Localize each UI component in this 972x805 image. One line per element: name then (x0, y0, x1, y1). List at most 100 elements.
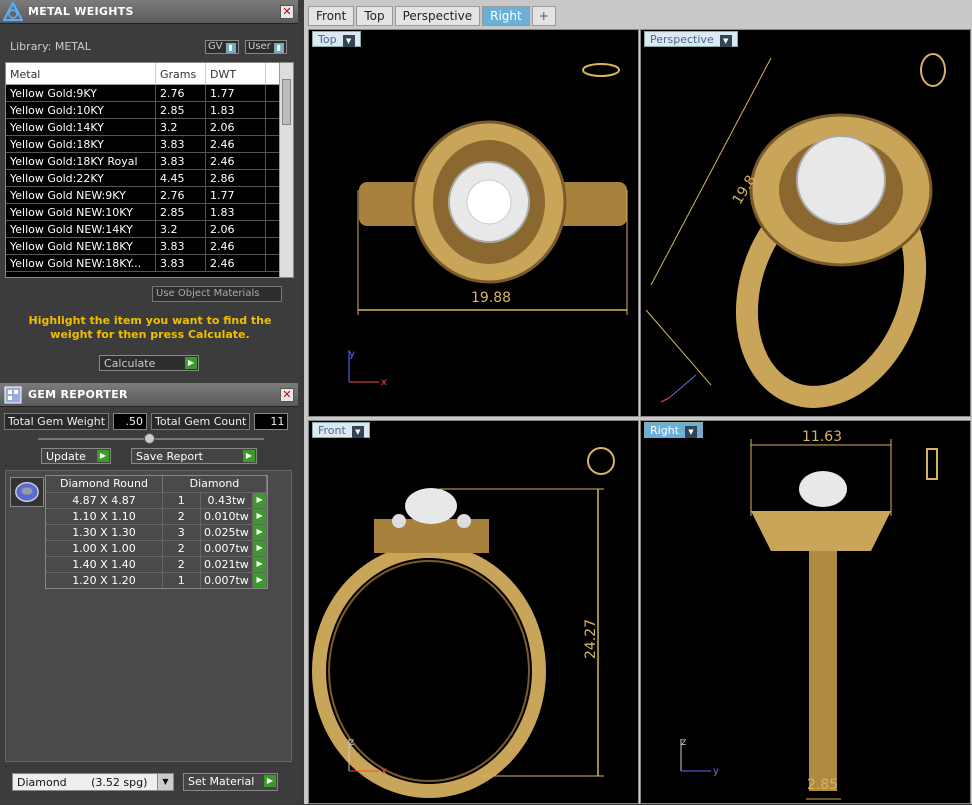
material-select[interactable]: Diamond (3.52 spg) ▼ (12, 773, 174, 791)
table-cell: 2.86 (206, 170, 266, 186)
gem-cell: 2 (163, 541, 201, 556)
table-cell: Yellow Gold:14KY (6, 119, 156, 135)
front-dimension: 24.27 (583, 618, 600, 660)
gem-row[interactable]: 1.30 X 1.30 3 0.025tw ▶ (46, 524, 267, 540)
chevron-down-icon[interactable]: ▼ (157, 774, 173, 790)
table-cell: 2.46 (206, 238, 266, 254)
viewport-perspective[interactable]: Perspective ▼ 19.8 (640, 29, 971, 417)
svg-text:x: x (381, 377, 387, 388)
table-cell: 2.06 (206, 221, 266, 237)
tab-front[interactable]: Front (308, 6, 355, 26)
table-row[interactable]: Yellow Gold:10KY 2.85 1.83 (6, 102, 293, 119)
metal-weights-title: METAL WEIGHTS (28, 5, 134, 18)
table-cell: 2.46 (206, 153, 266, 169)
gem-cell: 0.007tw (201, 573, 254, 588)
table-cell: 2.46 (206, 136, 266, 152)
table-row[interactable]: Yellow Gold:18KY Royal 3.83 2.46 (6, 153, 293, 170)
gem-cell: 2 (163, 557, 201, 572)
select-gem-icon[interactable]: ▶ (253, 493, 267, 508)
gem-cell: 0.010tw (201, 509, 254, 524)
right-dimension-bottom: 2.85 (807, 777, 839, 793)
select-gem-icon[interactable]: ▶ (253, 509, 267, 524)
table-row[interactable]: Yellow Gold:9KY 2.76 1.77 (6, 85, 293, 102)
close-icon[interactable]: ✕ (280, 388, 294, 402)
gem-cell: 0.43tw (201, 493, 254, 508)
user-toggle[interactable]: User ▮ (245, 40, 287, 54)
scroll-thumb[interactable] (282, 79, 291, 125)
svg-text:y: y (349, 349, 355, 360)
table-row[interactable]: Yellow Gold:14KY 3.2 2.06 (6, 119, 293, 136)
gv-toggle[interactable]: GV ▮ (205, 40, 239, 54)
add-tab-icon[interactable]: + (531, 6, 556, 26)
table-cell: Yellow Gold:18KY (6, 136, 156, 152)
set-material-label: Set Material (188, 775, 255, 788)
viewport-top[interactable]: Top ▼ yx 19.88 (308, 29, 639, 417)
table-row[interactable]: Yellow Gold NEW:18KY... 3.83 2.46 (6, 255, 293, 272)
table-cell: 3.83 (156, 136, 206, 152)
top-dimension: 19.88 (471, 290, 512, 306)
gem-reporter-header: GEM REPORTER ✕ (0, 383, 298, 407)
gem-row[interactable]: 1.40 X 1.40 2 0.021tw ▶ (46, 556, 267, 572)
table-cell: 2.46 (206, 255, 266, 271)
go-arrow-icon: ▶ (185, 357, 197, 369)
library-label: Library: METAL (10, 40, 91, 53)
table-row[interactable]: Yellow Gold:22KY 4.45 2.86 (6, 170, 293, 187)
svg-text:z: z (349, 737, 354, 748)
save-report-button[interactable]: Save Report ▶ (131, 448, 257, 464)
table-cell: 3.2 (156, 221, 206, 237)
metal-weights-header: METAL WEIGHTS ✕ (0, 0, 298, 24)
gem-row[interactable]: 1.00 X 1.00 2 0.007tw ▶ (46, 540, 267, 556)
col-metal[interactable]: Metal (6, 63, 156, 84)
calculate-button[interactable]: Calculate ▶ (99, 355, 199, 371)
top-ring-render: yx (348, 63, 628, 388)
gem-row[interactable]: 4.87 X 4.87 1 0.43tw ▶ (46, 492, 267, 508)
material-select-value: Diamond (3.52 spg) (17, 776, 148, 789)
viewport-front[interactable]: Front ▼ zx 24.27 (308, 420, 639, 804)
user-label: User (248, 41, 271, 52)
gem-table-header: Diamond Round Diamond (46, 476, 267, 492)
table-cell: Yellow Gold NEW:18KY... (6, 255, 156, 271)
table-cell: Yellow Gold NEW:14KY (6, 221, 156, 237)
gem-row[interactable]: 1.10 X 1.10 2 0.010tw ▶ (46, 508, 267, 524)
slider-knob[interactable] (144, 433, 155, 444)
right-ring-render: zy (680, 439, 938, 800)
table-cell: Yellow Gold NEW:18KY (6, 238, 156, 254)
table-row[interactable]: Yellow Gold NEW:10KY 2.85 1.83 (6, 204, 293, 221)
select-gem-icon[interactable]: ▶ (253, 541, 267, 556)
table-row[interactable]: Yellow Gold:18KY 3.83 2.46 (6, 136, 293, 153)
gem-slider[interactable] (38, 433, 264, 444)
table-row[interactable]: Yellow Gold NEW:14KY 3.2 2.06 (6, 221, 293, 238)
gem-cell: 1.20 X 1.20 (46, 573, 163, 588)
tab-perspective[interactable]: Perspective (394, 6, 481, 26)
select-gem-icon[interactable]: ▶ (253, 573, 267, 588)
table-cell: Yellow Gold NEW:10KY (6, 204, 156, 220)
table-cell: Yellow Gold:10KY (6, 102, 156, 118)
select-gem-icon[interactable]: ▶ (253, 557, 267, 572)
left-panel: METAL WEIGHTS ✕ Library: METAL GV ▮ User ▮… (0, 0, 300, 804)
tab-top[interactable]: Top (356, 6, 393, 26)
gem-row[interactable]: 1.20 X 1.20 1 0.007tw ▶ (46, 572, 267, 588)
tab-right[interactable]: Right (482, 6, 530, 26)
set-material-button[interactable]: Set Material ▶ (183, 773, 278, 791)
table-row[interactable]: Yellow Gold NEW:9KY 2.76 1.77 (6, 187, 293, 204)
svg-text:x: x (381, 766, 387, 777)
use-object-materials-checkbox[interactable]: Use Object Materials (152, 286, 282, 302)
viewport-right[interactable]: Right ▼ zy 11.63 2.85 (640, 420, 971, 804)
go-arrow-icon: ▶ (97, 450, 109, 462)
metal-table[interactable]: Metal Grams DWT Yellow Gold:9KY 2.76 1.77 Y… (5, 62, 294, 278)
select-gem-icon[interactable]: ▶ (253, 525, 267, 540)
gem-cell: 1 (163, 573, 201, 588)
table-row[interactable]: Yellow Gold NEW:18KY 3.83 2.46 (6, 238, 293, 255)
gem-cell: 1 (163, 493, 201, 508)
col-grams[interactable]: Grams (156, 63, 206, 84)
metal-table-scrollbar[interactable] (279, 63, 293, 277)
calculate-label: Calculate (104, 357, 156, 370)
update-label: Update (46, 450, 86, 463)
total-weight-value: .50 (113, 412, 148, 430)
close-icon[interactable]: ✕ (280, 5, 294, 19)
table-cell: 1.77 (206, 187, 266, 203)
svg-text:z: z (681, 737, 686, 748)
update-button[interactable]: Update ▶ (41, 448, 111, 464)
col-dwt[interactable]: DWT (206, 63, 266, 84)
table-cell: Yellow Gold NEW:9KY (6, 187, 156, 203)
